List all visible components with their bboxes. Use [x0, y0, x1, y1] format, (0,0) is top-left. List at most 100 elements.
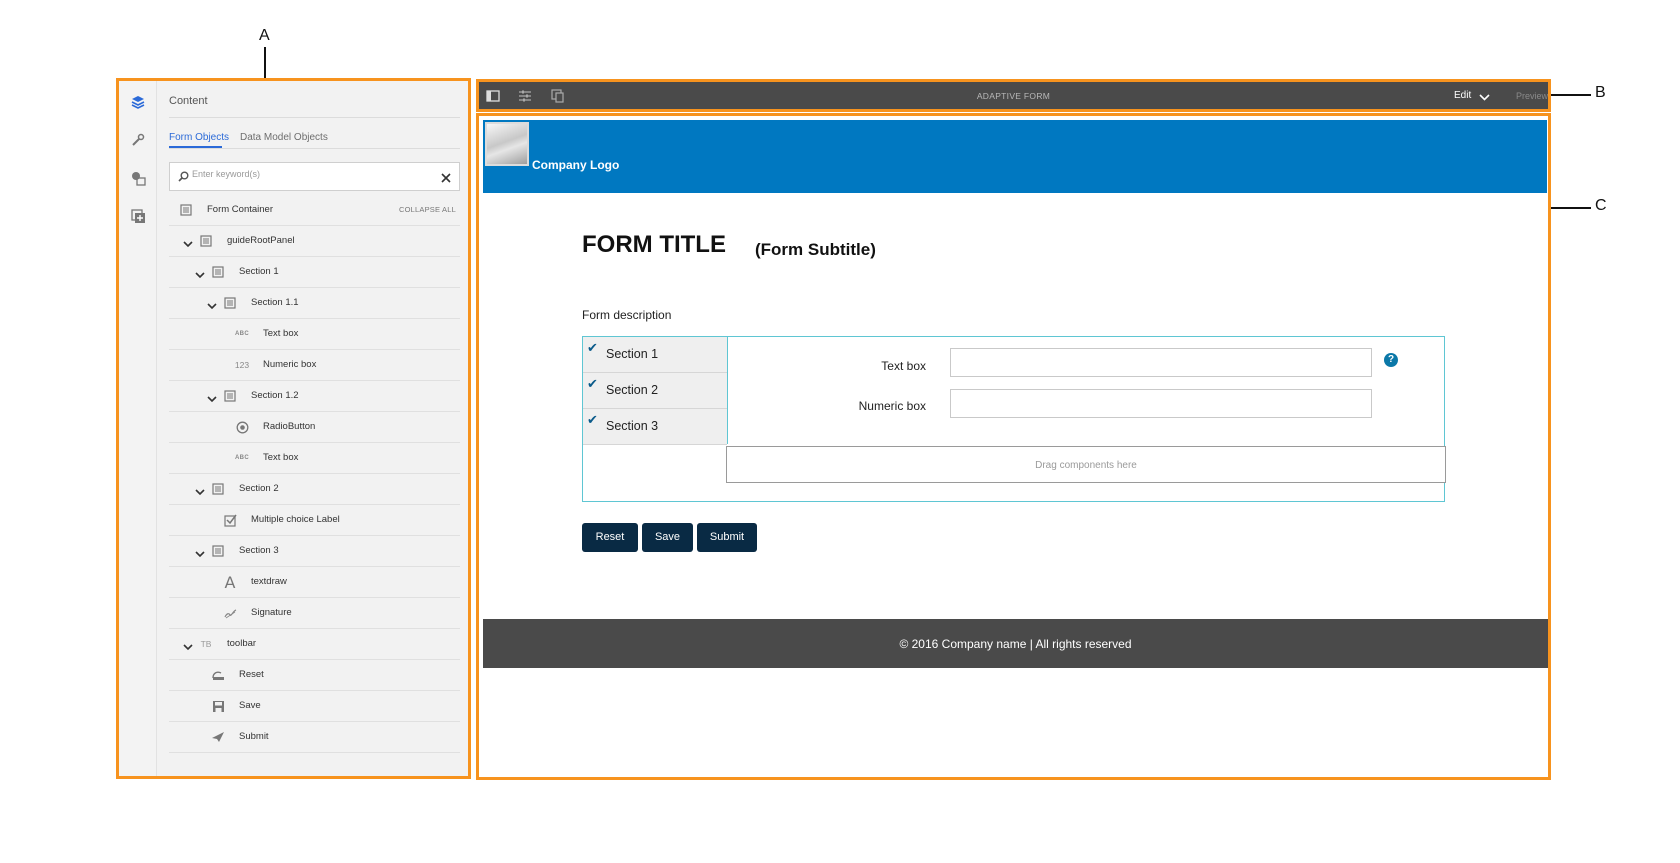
check-icon: ✔ [587, 341, 598, 356]
text-box-input[interactable] [950, 348, 1372, 377]
tree-item-label: Reset [239, 669, 264, 680]
tab-form-objects[interactable]: Form Objects [169, 132, 229, 143]
mode-select[interactable]: Edit [1454, 90, 1471, 101]
figure-root: A B C Content Form Objects Data Model Ob [0, 0, 1680, 863]
text-box-label: Text box [881, 359, 926, 373]
tree-item-label: Section 3 [239, 545, 279, 556]
tree-item-form-container[interactable]: Form Container COLLAPSE ALL [169, 195, 460, 226]
check-icon: ✔ [587, 377, 598, 392]
radio-button-icon [235, 420, 249, 434]
side-panel: Content Form Objects Data Model Objects … [116, 78, 471, 779]
tree-item-section-2[interactable]: Section 2 [169, 474, 460, 505]
checkbox-icon [223, 513, 237, 527]
editor-toolbar: ADAPTIVE FORM Edit Preview [476, 79, 1551, 112]
chevron-down-icon[interactable] [183, 236, 193, 248]
tree-item-section-1-2[interactable]: Section 1.2 [169, 381, 460, 412]
callout-c-leader [1551, 207, 1591, 209]
chevron-down-icon[interactable] [1479, 90, 1490, 108]
form-title: FORM TITLE [582, 231, 726, 258]
panel-icon [211, 265, 225, 279]
callout-a-leader [264, 47, 266, 78]
reset-button[interactable]: Reset [582, 523, 638, 552]
chevron-down-icon[interactable] [183, 639, 193, 651]
tree-item-multiple-choice-label[interactable]: Multiple choice Label [169, 505, 460, 536]
tree-item-save[interactable]: Save [169, 691, 460, 722]
assets-icon[interactable] [119, 164, 157, 192]
tree-item-label: Submit [239, 731, 269, 742]
tree-item-label: toolbar [227, 638, 257, 649]
section-navigator: ✔ Section 1 ✔ Section 2 ✔ Section 3 [583, 337, 728, 445]
search-icon [178, 169, 189, 187]
add-component-icon[interactable] [119, 202, 157, 230]
nav-item-section-2[interactable]: ✔ Section 2 [583, 373, 727, 409]
tree-item-reset[interactable]: Reset [169, 660, 460, 691]
callout-b-label: B [1595, 84, 1606, 101]
nav-item-label: Section 1 [606, 347, 659, 361]
close-icon[interactable] [441, 170, 451, 188]
tree-item-textdraw[interactable]: A textdraw [169, 567, 460, 598]
tree-item-guiderootpanel[interactable]: guideRootPanel [169, 226, 460, 257]
text-draw-icon: A [224, 572, 236, 592]
tree-item-label: Section 1.1 [251, 297, 299, 308]
form-subtitle: (Form Subtitle) [755, 240, 876, 259]
tree-item-submit[interactable]: Submit [169, 722, 460, 753]
chevron-down-icon[interactable] [195, 267, 205, 279]
callout-b-leader [1551, 94, 1591, 96]
chevron-down-icon[interactable] [207, 391, 217, 403]
chevron-down-icon[interactable] [195, 546, 205, 558]
tree-item-numeric-box[interactable]: 123 Numeric box [169, 350, 460, 381]
panel-icon [179, 203, 193, 217]
tree-item-section-1-1[interactable]: Section 1.1 [169, 288, 460, 319]
toolbar-icon: TB [200, 639, 212, 649]
form-description: Form description [582, 308, 672, 322]
tree-item-label: Text box [263, 452, 299, 463]
preview-button[interactable]: Preview [1516, 91, 1548, 101]
company-logo-image [485, 122, 529, 166]
chevron-down-icon[interactable] [207, 298, 217, 310]
text-box-icon: ABC [235, 331, 249, 337]
save-icon [211, 699, 225, 713]
nav-item-section-3[interactable]: ✔ Section 3 [583, 409, 727, 445]
chevron-down-icon[interactable] [195, 484, 205, 496]
content-panel: Content Form Objects Data Model Objects … [157, 81, 468, 776]
check-icon: ✔ [587, 413, 598, 428]
collapse-all-button[interactable]: COLLAPSE ALL [399, 205, 456, 214]
tree-item-label: Numeric box [263, 359, 317, 370]
reset-icon [211, 668, 225, 682]
tree-item-label: guideRootPanel [227, 235, 295, 246]
footer-text: © 2016 Company name | All rights reserve… [899, 637, 1132, 651]
tree-item-label: Section 2 [239, 483, 279, 494]
layers-icon[interactable] [119, 88, 157, 116]
tab-data-model-objects[interactable]: Data Model Objects [240, 132, 328, 143]
tree-item-text-box[interactable]: ABC Text box [169, 319, 460, 350]
numeric-box-input[interactable] [950, 389, 1372, 418]
help-icon[interactable]: ? [1384, 353, 1398, 367]
submit-button[interactable]: Submit [697, 523, 757, 552]
tree-item-section-1[interactable]: Section 1 [169, 257, 460, 288]
company-logo-text: Company Logo [532, 158, 620, 172]
tree-item-label: Section 1 [239, 266, 279, 277]
tree-item-section-3[interactable]: Section 3 [169, 536, 460, 567]
tree-item-label: Form Container [207, 204, 273, 215]
tree-item-label: Multiple choice Label [251, 514, 340, 525]
form-panel: ✔ Section 1 ✔ Section 2 ✔ Section 3 Text… [582, 336, 1446, 502]
tree-item-signature[interactable]: Signature [169, 598, 460, 629]
search-input[interactable] [192, 169, 402, 179]
tree-item-radiobutton[interactable]: RadioButton [169, 412, 460, 443]
wrench-icon[interactable] [119, 126, 157, 154]
callout-c-label: C [1595, 197, 1607, 214]
tree-item-label: Section 1.2 [251, 390, 299, 401]
drop-zone[interactable]: Drag components here [726, 446, 1446, 483]
nav-item-label: Section 2 [606, 383, 659, 397]
tree-item-toolbar[interactable]: TB toolbar [169, 629, 460, 660]
tree-item-text-box[interactable]: ABC Text box [169, 443, 460, 474]
form-header: Company Logo [483, 120, 1547, 193]
tree-item-label: Signature [251, 607, 292, 618]
save-button[interactable]: Save [642, 523, 693, 552]
editor-title: ADAPTIVE FORM [976, 91, 1051, 101]
drop-zone-text: Drag components here [1035, 460, 1137, 471]
nav-item-section-1[interactable]: ✔ Section 1 [583, 337, 727, 373]
numeric-box-label: Numeric box [858, 399, 926, 413]
panel-icon [223, 389, 237, 403]
divider [169, 148, 460, 149]
